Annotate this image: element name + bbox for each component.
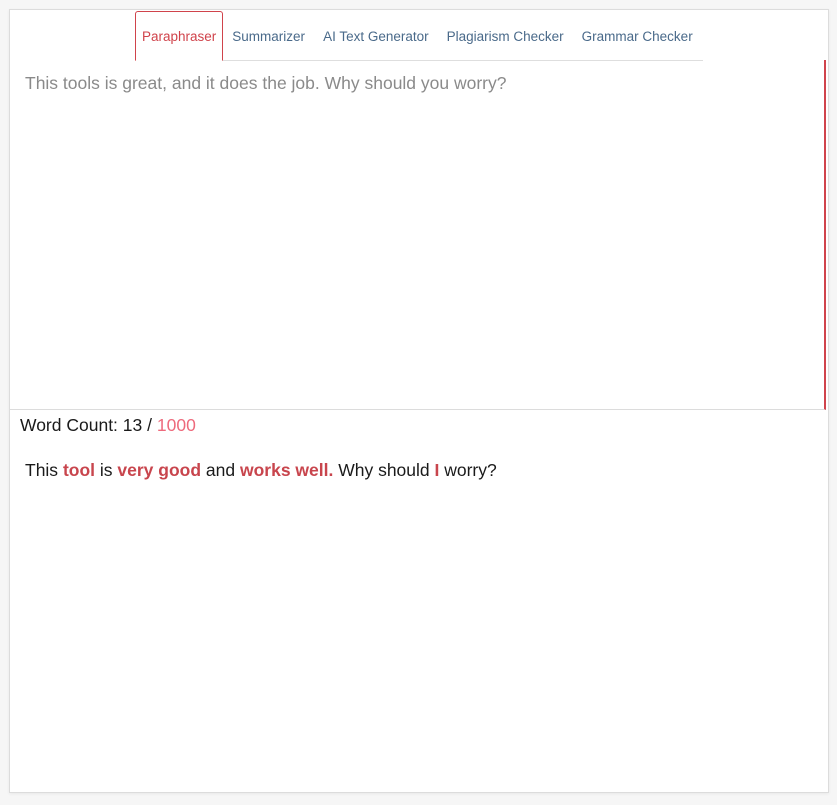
tab-grammar-checker[interactable]: Grammar Checker xyxy=(573,12,702,60)
changed-word[interactable]: works well. xyxy=(240,460,333,480)
word-count: Word Count: 13 / 1000 xyxy=(20,415,196,436)
word-count-label: Word Count: xyxy=(20,415,118,435)
output-text: This tool is very good and works well. W… xyxy=(25,460,497,481)
paraphraser-card: Paraphraser Summarizer AI Text Generator… xyxy=(9,9,829,793)
changed-word[interactable]: tool xyxy=(63,460,95,480)
tab-paraphraser[interactable]: Paraphraser xyxy=(135,11,224,61)
output-segment: worry? xyxy=(439,460,497,480)
output-segment: This xyxy=(25,460,63,480)
output-segment: and xyxy=(201,460,240,480)
word-count-value: 13 xyxy=(122,415,143,435)
tab-plagiarism-checker[interactable]: Plagiarism Checker xyxy=(438,12,573,60)
word-count-separator: / xyxy=(147,415,153,435)
word-count-limit: 1000 xyxy=(156,415,196,435)
tab-summarizer[interactable]: Summarizer xyxy=(223,12,314,60)
tab-ai-text-generator[interactable]: AI Text Generator xyxy=(314,12,438,60)
input-text: This tools is great, and it does the job… xyxy=(25,73,507,93)
output-segment: Why should xyxy=(333,460,435,480)
output-segment: is xyxy=(95,460,118,480)
changed-word[interactable]: very good xyxy=(117,460,201,480)
input-textarea[interactable]: This tools is great, and it does the job… xyxy=(10,60,826,410)
tool-tabs: Paraphraser Summarizer AI Text Generator… xyxy=(135,10,703,61)
